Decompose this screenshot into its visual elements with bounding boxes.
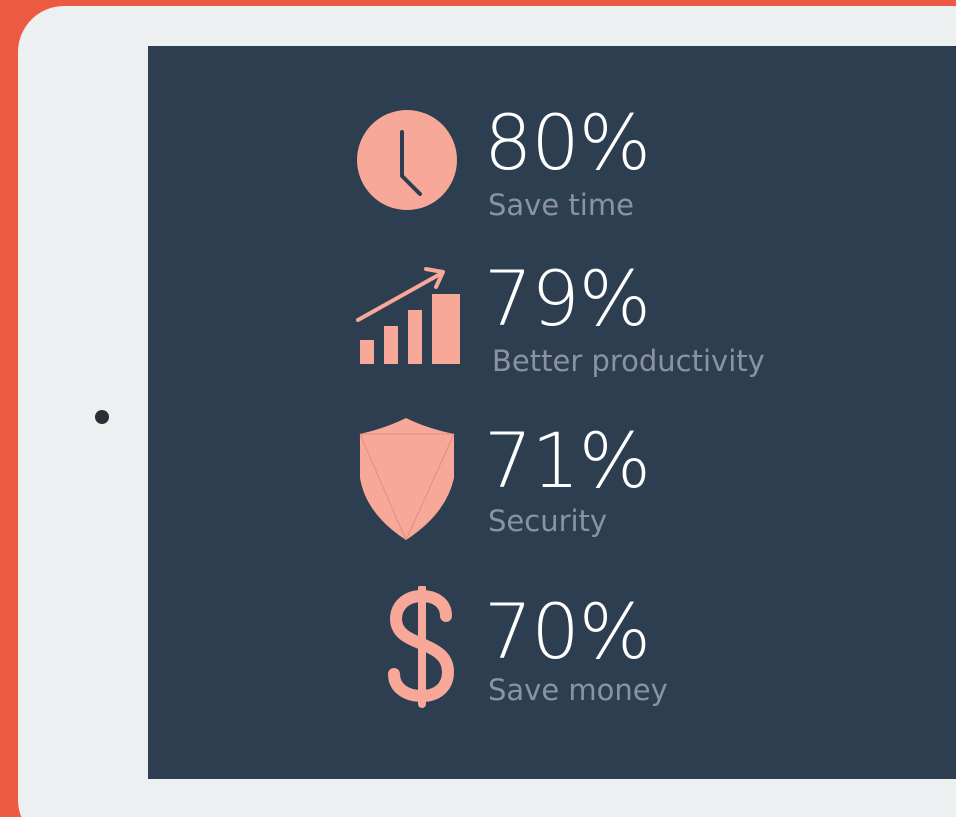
background-frame: 80% Save time 79% Better productivity 71…: [0, 0, 956, 817]
stat-label: Save money: [488, 673, 668, 707]
stat-value: 71%: [484, 416, 651, 505]
stat-value: 80%: [484, 98, 651, 187]
stat-label: Save time: [488, 188, 634, 222]
stat-label: Security: [488, 504, 608, 538]
dollar-icon: [386, 584, 458, 715]
stat-value: 70%: [484, 587, 651, 676]
stat-value: 79%: [484, 254, 651, 343]
tablet-screen: 80% Save time 79% Better productivity 71…: [148, 46, 956, 779]
home-button[interactable]: [95, 410, 109, 424]
shield-icon: [356, 418, 460, 547]
clock-icon: [356, 108, 460, 217]
stat-label: Better productivity: [492, 344, 765, 378]
growth-chart-icon: [356, 264, 466, 373]
